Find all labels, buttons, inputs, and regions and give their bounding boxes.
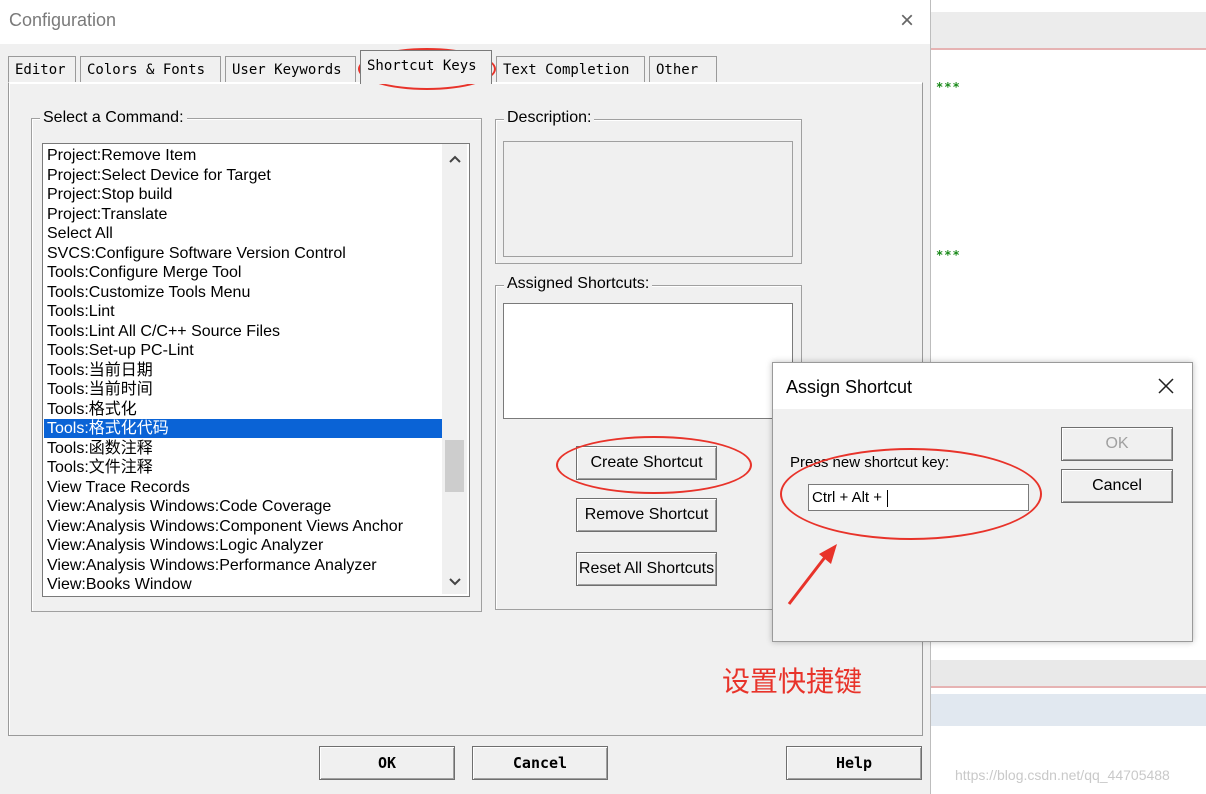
chevron-down-icon[interactable] [442, 570, 467, 592]
list-item[interactable]: Tools:Lint All C/C++ Source Files [47, 322, 280, 341]
help-button[interactable]: Help [786, 746, 922, 780]
command-list[interactable]: Project:Remove Item Project:Select Devic… [42, 143, 470, 597]
title-bar: Configuration × [0, 0, 930, 44]
comment-marks: *** [936, 248, 961, 262]
list-item[interactable]: View:Analysis Windows:Logic Analyzer [47, 536, 323, 555]
tab-colors-fonts[interactable]: Colors & Fonts [80, 56, 221, 82]
list-item[interactable]: Tools:Customize Tools Menu [47, 283, 250, 302]
dialog-ok-button[interactable]: OK [1061, 427, 1173, 461]
list-item[interactable]: Tools:函数注释 [47, 439, 153, 458]
tab-other[interactable]: Other [649, 56, 717, 82]
list-item[interactable]: Tools:当前日期 [47, 361, 153, 380]
list-item[interactable]: Tools:Configure Merge Tool [47, 263, 241, 282]
list-item[interactable]: View:Books Window [47, 575, 192, 594]
list-item[interactable]: View:Analysis Windows:Component Views An… [47, 517, 403, 536]
list-item-selected[interactable]: Tools:格式化代码 [44, 419, 445, 438]
background-band [930, 694, 1206, 726]
list-item[interactable]: Project:Remove Item [47, 146, 196, 165]
list-item[interactable]: Project:Translate [47, 205, 167, 224]
list-scrollbar[interactable] [442, 144, 467, 594]
dialog-title: Assign Shortcut [786, 377, 913, 397]
description-label: Description: [504, 109, 595, 127]
list-item[interactable]: Project:Select Device for Target [47, 166, 271, 185]
ok-button[interactable]: OK [319, 746, 455, 780]
list-item[interactable]: Project:Stop build [47, 185, 172, 204]
annotation-ellipse-create [556, 436, 752, 494]
scrollbar-thumb[interactable] [445, 440, 464, 492]
background-band [930, 660, 1206, 688]
chevron-up-icon[interactable] [442, 147, 467, 169]
select-command-label: Select a Command: [40, 109, 187, 127]
list-item[interactable]: View:Analysis Windows:Performance Analyz… [47, 556, 377, 575]
comment-marks: *** [936, 80, 961, 94]
list-item[interactable]: View:Analysis Windows:Code Coverage [47, 497, 331, 516]
list-item[interactable]: Tools:格式化 [47, 400, 137, 419]
reset-all-shortcuts-button[interactable]: Reset All Shortcuts [576, 552, 717, 586]
list-item[interactable]: View Trace Records [47, 478, 190, 497]
dialog-cancel-button[interactable]: Cancel [1061, 469, 1173, 503]
list-item[interactable]: Select All [47, 224, 113, 243]
tab-editor[interactable]: Editor [8, 56, 76, 82]
assigned-shortcuts-label: Assigned Shortcuts: [504, 275, 653, 293]
list-item[interactable]: Tools:Lint [47, 302, 115, 321]
list-item[interactable]: Tools:文件注释 [47, 458, 153, 477]
window-title: Configuration [9, 10, 117, 30]
tab-text-completion[interactable]: Text Completion [496, 56, 645, 82]
description-box [503, 141, 793, 257]
background-toolbar [930, 12, 1206, 50]
arrow-icon [787, 544, 837, 605]
close-icon[interactable] [1152, 373, 1180, 401]
annotation-text: 设置快捷键 [722, 665, 863, 698]
dialog-title-bar: Assign Shortcut [773, 363, 1192, 409]
close-icon[interactable]: × [894, 6, 920, 36]
assigned-shortcuts-list[interactable] [503, 303, 793, 419]
tab-shortcut-keys[interactable]: Shortcut Keys [360, 50, 492, 84]
watermark: https://blog.csdn.net/qq_44705488 [955, 767, 1170, 783]
remove-shortcut-button[interactable]: Remove Shortcut [576, 498, 717, 532]
list-item[interactable]: SVCS:Configure Software Version Control [47, 244, 346, 263]
annotation-ellipse-input [780, 448, 1042, 540]
list-item[interactable]: Tools:当前时间 [47, 380, 153, 399]
tab-user-keywords[interactable]: User Keywords [225, 56, 356, 82]
cancel-button[interactable]: Cancel [472, 746, 608, 780]
list-item[interactable]: Tools:Set-up PC-Lint [47, 341, 194, 360]
